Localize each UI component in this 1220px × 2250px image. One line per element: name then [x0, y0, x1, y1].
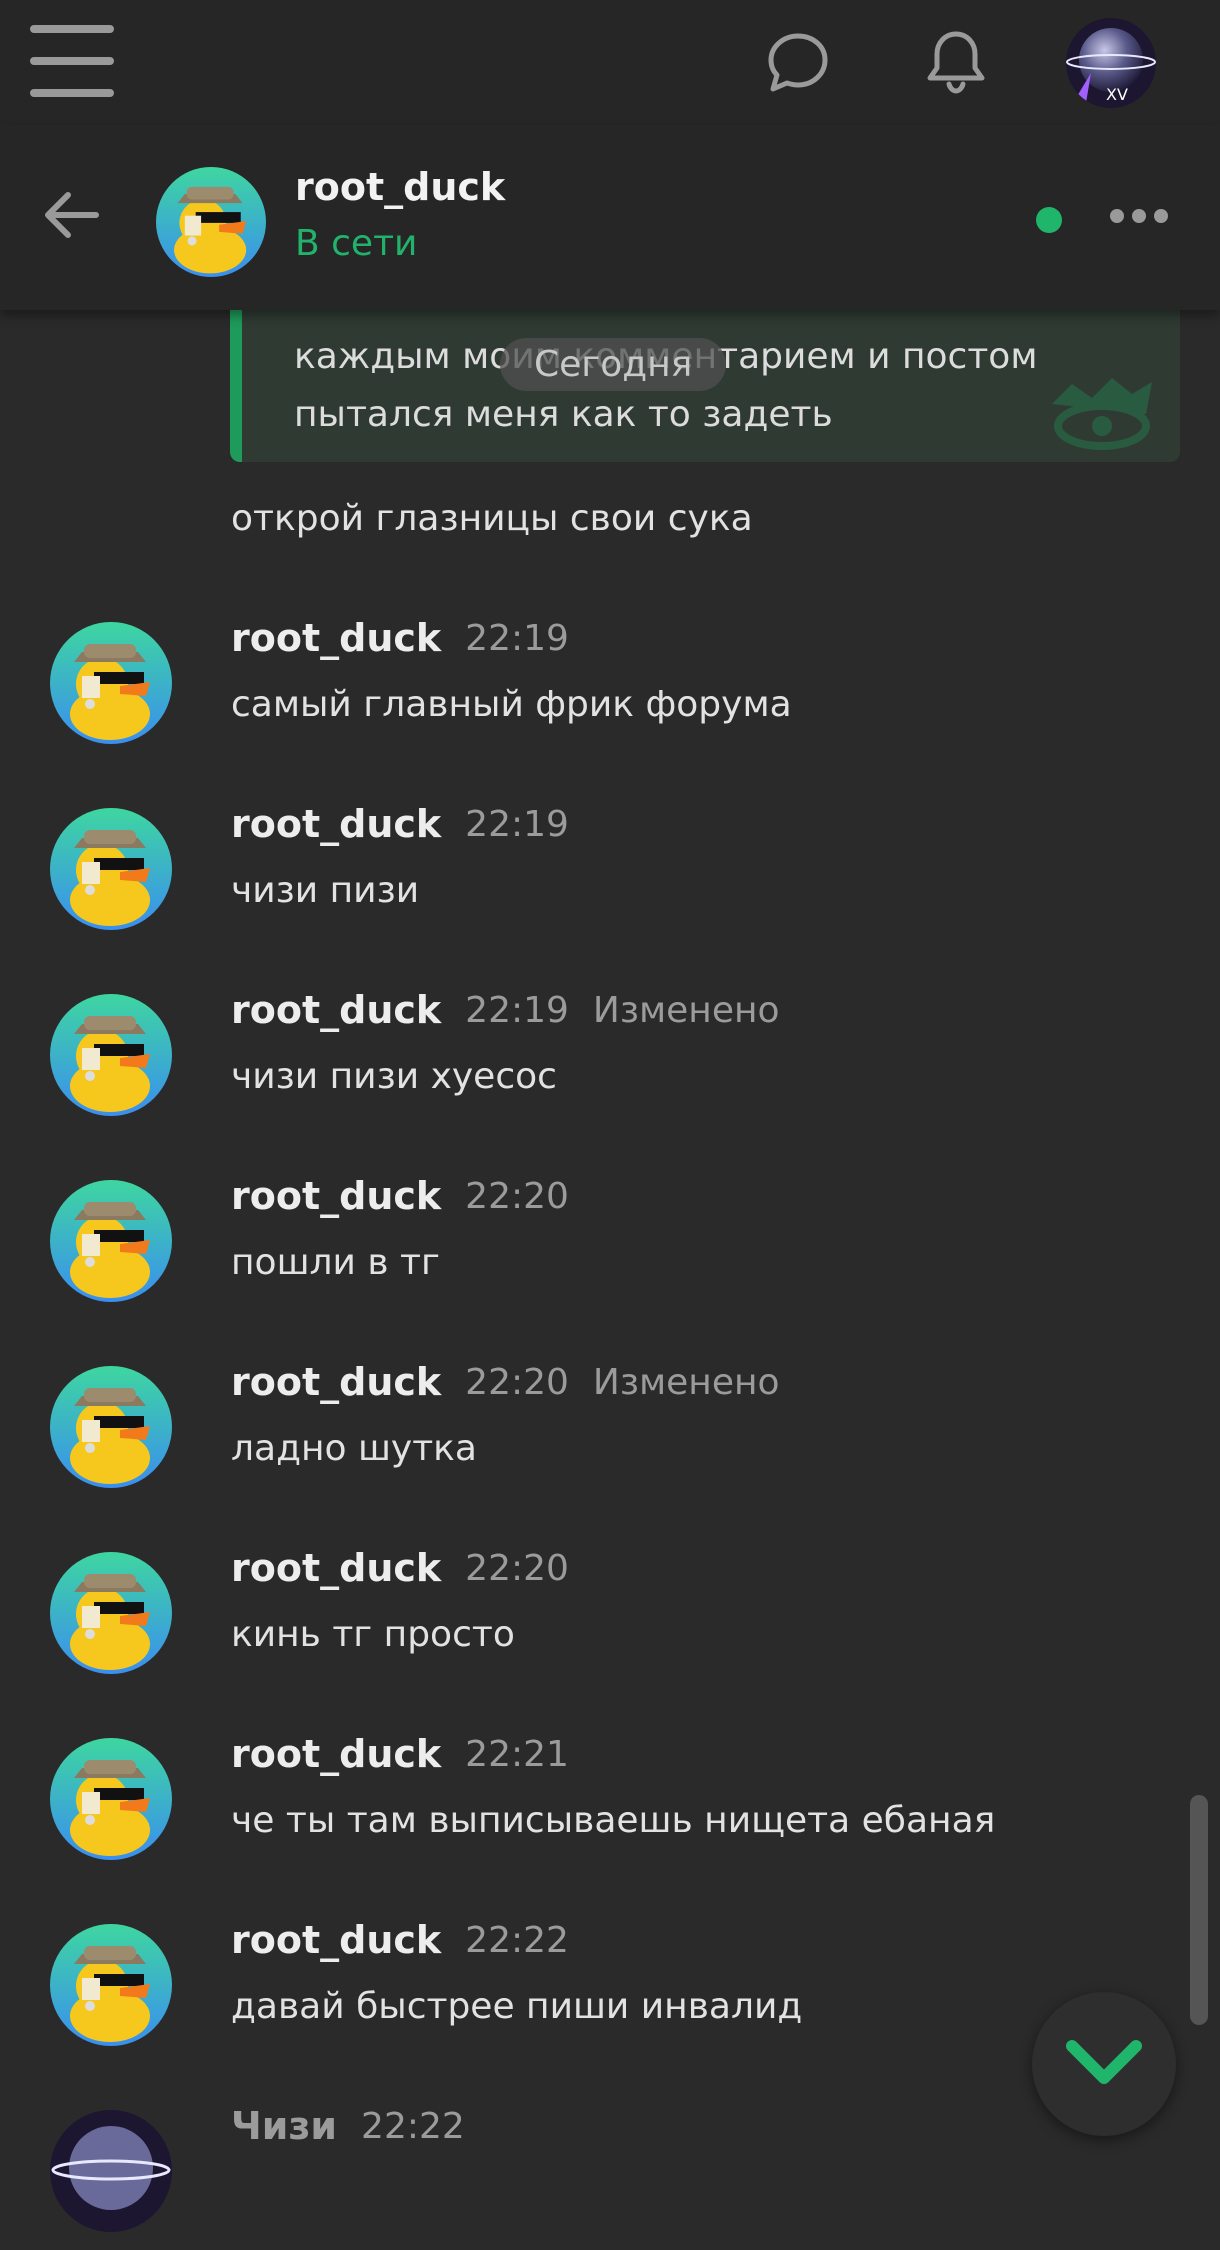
- chat-bubble-icon[interactable]: [760, 24, 836, 100]
- message-text: чизи пизи хуесос: [231, 1056, 557, 1097]
- message-time: 22:19: [465, 804, 569, 845]
- author-avatar[interactable]: [50, 1180, 172, 1302]
- date-divider: Сегодня: [500, 338, 727, 391]
- edited-label: Изменено: [592, 990, 780, 1031]
- message-author[interactable]: root_duck: [231, 1360, 441, 1404]
- quote-text: каждым моим комментарием и постом пыталс…: [294, 336, 1038, 435]
- message-author[interactable]: root_duck: [231, 1174, 441, 1218]
- message-author[interactable]: root_duck: [231, 616, 441, 660]
- message-row: root_duck 22:21 че ты там выписываешь нище…: [0, 1728, 1180, 1878]
- top-app-bar: XV: [0, 0, 1220, 125]
- message-time: 22:22: [465, 1920, 569, 1961]
- message-row: root_duck 22:19 самый главный фрик форума: [0, 612, 1180, 762]
- message-time: 22:19: [465, 990, 569, 1031]
- online-status: В сети: [295, 223, 418, 264]
- message-time: 22:19: [465, 618, 569, 659]
- message-author[interactable]: root_duck: [231, 988, 441, 1032]
- edited-label: Изменено: [592, 1362, 780, 1403]
- author-avatar[interactable]: [50, 1366, 172, 1488]
- chat-header: root_duck В сети: [0, 125, 1220, 310]
- svg-text:XV: XV: [1106, 85, 1128, 104]
- message-time: 22:20: [465, 1362, 569, 1403]
- scroll-down-button[interactable]: [1032, 1992, 1176, 2136]
- author-avatar[interactable]: [50, 808, 172, 930]
- message-row: root_duck 22:22 давай быстрее пиши инвалид: [0, 1914, 1180, 2064]
- eye-watermark-icon: [1042, 364, 1162, 454]
- user-avatar[interactable]: XV: [1066, 18, 1156, 108]
- author-avatar[interactable]: [50, 2110, 172, 2232]
- message-author[interactable]: root_duck: [231, 1918, 441, 1962]
- message-text: чизи пизи: [231, 870, 420, 911]
- message-author[interactable]: root_duck: [231, 802, 441, 846]
- message-row: Чизи 22:22: [0, 2100, 1180, 2250]
- contact-avatar[interactable]: [156, 167, 266, 277]
- message-row: root_duck 22:19 Изменено чизи пизи хуесос: [0, 984, 1180, 1134]
- message-row: root_duck 22:19 чизи пизи: [0, 798, 1180, 948]
- arrow-left-icon[interactable]: [40, 183, 104, 247]
- message-author[interactable]: root_duck: [231, 1546, 441, 1590]
- message-text: самый главный фрик форума: [231, 684, 792, 725]
- message-row: root_duck 22:20 кинь тг просто: [0, 1542, 1180, 1692]
- bell-icon[interactable]: [918, 24, 994, 100]
- message-text: кинь тг просто: [231, 1614, 515, 1655]
- message-row: root_duck 22:20 пошли в тг: [0, 1170, 1180, 1320]
- message-text: пошли в тг: [231, 1242, 440, 1283]
- chevron-down-icon: [1066, 2040, 1142, 2084]
- more-horizontal-icon[interactable]: [1110, 203, 1170, 227]
- message-time: 22:22: [361, 2106, 465, 2147]
- hamburger-icon[interactable]: [30, 25, 114, 97]
- message-time: 22:20: [465, 1548, 569, 1589]
- message-time: 22:21: [465, 1734, 569, 1775]
- online-indicator: [1036, 207, 1062, 233]
- message-text: ладно шутка: [231, 1428, 477, 1469]
- author-avatar[interactable]: [50, 622, 172, 744]
- author-avatar[interactable]: [50, 1924, 172, 2046]
- message-text: че ты там выписываешь нищета ебаная: [231, 1800, 996, 1841]
- scrollbar[interactable]: [1190, 1795, 1208, 2025]
- message-text: давай быстрее пиши инвалид: [231, 1986, 803, 2027]
- author-avatar[interactable]: [50, 1552, 172, 1674]
- author-avatar[interactable]: [50, 994, 172, 1116]
- message-author[interactable]: Чизи: [231, 2104, 337, 2148]
- message-time: 22:20: [465, 1176, 569, 1217]
- author-avatar[interactable]: [50, 1738, 172, 1860]
- message-row: root_duck 22:20 Изменено ладно шутка: [0, 1356, 1180, 1506]
- message-author[interactable]: root_duck: [231, 1732, 441, 1776]
- contact-name: root_duck: [295, 165, 506, 209]
- message-text: открой глазницы свои сука: [231, 498, 753, 539]
